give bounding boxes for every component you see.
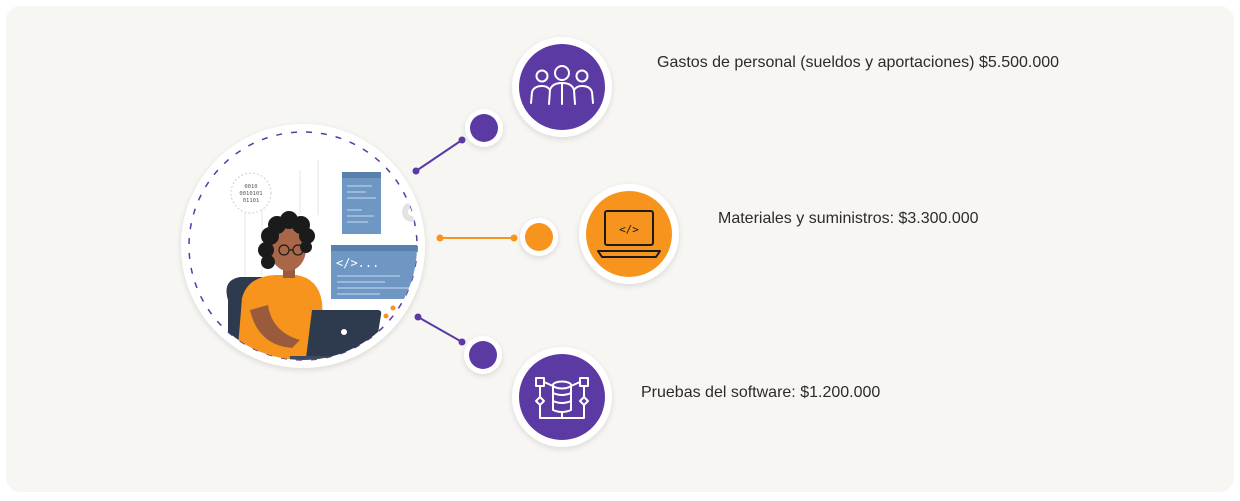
connector-3 [414,313,502,374]
developer-illustration: </>... 0010 0010101 01101 [181,124,425,368]
badge-pruebas [512,347,612,447]
connector-1 [412,109,503,175]
binary-line-2: 0010101 [239,191,262,197]
binary-line-3: 01101 [243,198,260,204]
item-label-materiales: Materiales y suministros: $3.300.000 [718,210,979,227]
binary-bubble: 0010 0010101 01101 [230,172,272,214]
item-label-personal: Gastos de personal (sueldos y aportacion… [657,54,1060,71]
item-label-pruebas: Pruebas del software: $1.200.000 [641,384,881,401]
binary-line-1: 0010 [244,184,257,190]
svg-text:</>: </> [619,223,639,236]
badge-materiales: </> [579,184,679,284]
code-tag-text: </>... [336,256,379,270]
cost-breakdown-diagram: </>... 0010 0010101 01101 </> [181,37,679,447]
badge-personal [512,37,612,137]
connector-2 [436,218,558,256]
code-window-small [342,172,381,234]
